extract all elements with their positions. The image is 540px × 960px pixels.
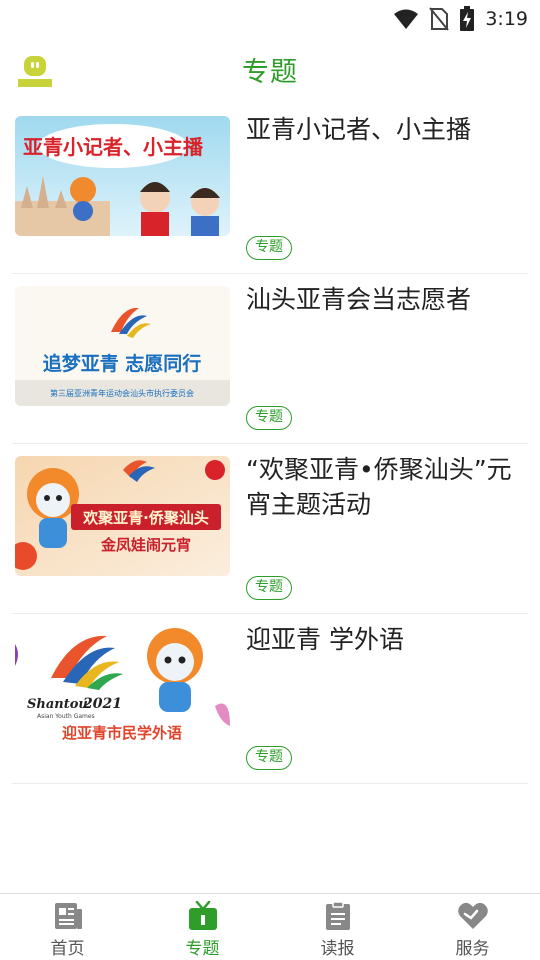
list-item[interactable]: 追梦亚青 志愿同行 第三届亚洲青年运动会汕头市执行委员会 汕头亚青会当志愿者 专… (12, 274, 528, 444)
svg-text:Asian Youth Games: Asian Youth Games (37, 713, 95, 720)
topic-tag: 专题 (246, 576, 292, 600)
thumb-caption: 追梦亚青 志愿同行 (43, 352, 202, 375)
article-thumbnail[interactable]: 欢聚亚青·侨聚汕头 金凤娃闹元宵 (15, 456, 230, 576)
nav-services[interactable]: 服务 (405, 894, 540, 960)
newspaper-icon (54, 903, 82, 929)
status-icons: 3:19 (393, 6, 528, 32)
thumb-subcaption: 金凤娃闹元宵 (100, 536, 191, 554)
status-bar: 3:19 (0, 0, 540, 36)
heart-icon (457, 902, 488, 929)
nav-label: 首页 (50, 939, 85, 959)
thumb-caption: 亚青小记者、小主播 (23, 135, 204, 159)
svg-text:Shantou: Shantou (27, 697, 88, 712)
svg-text:2021: 2021 (82, 696, 122, 712)
app-header: 专题 (0, 40, 540, 98)
list-item[interactable]: Shantou 2021 Asian Youth Games 迎亚青市民学外语 … (12, 614, 528, 784)
article-thumbnail[interactable]: 亚青小记者、小主播 (15, 116, 230, 236)
topic-tag: 专题 (246, 406, 292, 430)
nav-read-paper[interactable]: 读报 (270, 894, 405, 960)
list-item[interactable]: 亚青小记者、小主播 亚青小记者、小主播 专题 (12, 104, 528, 274)
no-sim-icon (429, 7, 450, 31)
nav-label: 读报 (320, 939, 355, 959)
article-title[interactable]: 迎亚青 学外语 (246, 622, 528, 657)
thumb-caption: 迎亚青市民学外语 (62, 724, 182, 742)
list-item[interactable]: 欢聚亚青·侨聚汕头 金凤娃闹元宵 “欢聚亚青•侨聚汕头”元宵主题活动 专题 (12, 444, 528, 614)
bottom-nav: 首页 专题 读报 服务 (0, 893, 540, 960)
article-thumbnail[interactable]: 追梦亚青 志愿同行 第三届亚洲青年运动会汕头市执行委员会 (15, 286, 230, 406)
article-title[interactable]: 汕头亚青会当志愿者 (246, 282, 528, 317)
nav-label: 服务 (455, 939, 490, 959)
battery-charging-icon (460, 6, 475, 31)
clipboard-icon (325, 901, 350, 930)
nav-home[interactable]: 首页 (0, 894, 135, 960)
tv-icon (188, 901, 217, 930)
article-thumbnail[interactable]: Shantou 2021 Asian Youth Games 迎亚青市民学外语 (15, 626, 230, 746)
nav-label: 专题 (185, 939, 220, 959)
page-title: 专题 (242, 57, 298, 88)
article-title[interactable]: “欢聚亚青•侨聚汕头”元宵主题活动 (246, 452, 528, 522)
article-title[interactable]: 亚青小记者、小主播 (246, 112, 528, 147)
status-time: 3:19 (485, 8, 528, 30)
thumb-subcaption: 第三届亚洲青年运动会汕头市执行委员会 (50, 388, 194, 398)
article-list: 亚青小记者、小主播 亚青小记者、小主播 专题 追梦亚青 志愿同行 第三届亚洲青年… (12, 104, 528, 784)
topic-tag: 专题 (246, 746, 292, 770)
nav-topics[interactable]: 专题 (135, 894, 270, 960)
thumb-caption: 欢聚亚青·侨聚汕头 (82, 509, 209, 527)
wifi-icon (394, 9, 419, 29)
topic-tag: 专题 (246, 236, 292, 260)
